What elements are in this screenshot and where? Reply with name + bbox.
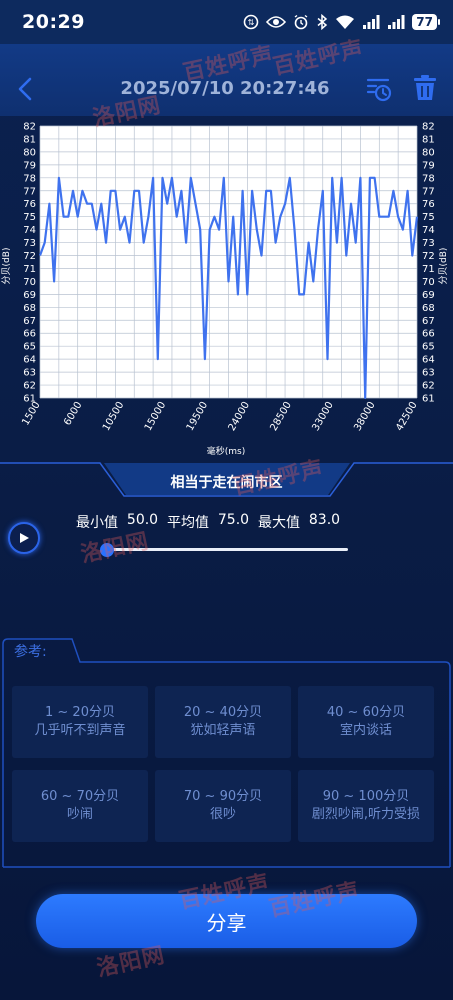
reference-title: 参考: bbox=[14, 644, 47, 660]
avg-value: 75.0 bbox=[217, 512, 250, 528]
y-tick-label: 65 bbox=[422, 342, 435, 353]
status-icons: ⇅ 77 bbox=[243, 14, 440, 30]
y-tick-label: 65 bbox=[23, 342, 36, 353]
y-tick-label: 80 bbox=[422, 147, 435, 158]
avg-label: 平均值 bbox=[166, 515, 209, 531]
decibel-chart-svg: 8281807978777675747372717069686766656463… bbox=[1, 122, 449, 458]
data-saver-icon: ⇅ bbox=[243, 14, 259, 30]
reference-desc: 室内谈话 bbox=[339, 723, 392, 738]
x-axis-label: 毫秒(ms) bbox=[207, 445, 245, 457]
reference-item: 20 ~ 40分贝 犹如轻声语 bbox=[155, 686, 291, 758]
signal-icon-1 bbox=[363, 15, 380, 29]
reference-range: 20 ~ 40分贝 bbox=[183, 705, 263, 720]
y-tick-label: 79 bbox=[422, 160, 435, 171]
y-tick-label: 69 bbox=[23, 290, 36, 301]
bluetooth-icon bbox=[317, 14, 328, 30]
reference-desc: 吵闹 bbox=[66, 807, 93, 822]
y-tick-label: 74 bbox=[23, 225, 36, 236]
y-tick-label: 63 bbox=[422, 368, 435, 379]
y-tick-label: 68 bbox=[23, 303, 36, 314]
y-tick-label: 76 bbox=[422, 199, 435, 210]
y-tick-label: 71 bbox=[422, 264, 435, 275]
play-icon bbox=[20, 533, 29, 543]
play-button[interactable] bbox=[8, 522, 40, 554]
battery-indicator: 77 bbox=[412, 14, 440, 30]
y-tick-label: 75 bbox=[422, 212, 435, 223]
reference-item: 60 ~ 70分贝 吵闹 bbox=[12, 770, 148, 842]
reference-desc: 很吵 bbox=[209, 807, 236, 822]
reference-desc: 剧烈吵闹,听力受损 bbox=[311, 807, 421, 822]
y-tick-label: 77 bbox=[23, 186, 36, 197]
back-button[interactable] bbox=[14, 76, 36, 102]
y-tick-label: 82 bbox=[422, 122, 435, 133]
reference-range: 40 ~ 60分贝 bbox=[326, 705, 406, 720]
reference-desc: 几乎听不到声音 bbox=[34, 723, 126, 738]
y-tick-label: 64 bbox=[422, 355, 435, 366]
y-tick-label: 73 bbox=[23, 238, 36, 249]
reference-range: 1 ~ 20分贝 bbox=[45, 705, 115, 720]
reference-range: 90 ~ 100分贝 bbox=[322, 789, 410, 804]
y-tick-label: 81 bbox=[422, 134, 435, 145]
y-tick-label: 76 bbox=[23, 199, 36, 210]
y-tick-label: 78 bbox=[422, 173, 435, 184]
signal-icon-2 bbox=[388, 15, 405, 29]
scene-label: 相当于走在闹市区 bbox=[170, 475, 283, 491]
y-tick-label: 66 bbox=[23, 329, 36, 340]
y-tick-label: 71 bbox=[23, 264, 36, 275]
eye-icon bbox=[266, 16, 287, 28]
alarm-icon bbox=[294, 14, 308, 30]
reference-item: 70 ~ 90分贝 很吵 bbox=[155, 770, 291, 842]
reference-range: 60 ~ 70分贝 bbox=[40, 789, 120, 804]
y-tick-label: 79 bbox=[23, 160, 36, 171]
max-value: 83.0 bbox=[308, 512, 341, 528]
y-tick-label: 70 bbox=[422, 277, 435, 288]
y-tick-label: 67 bbox=[422, 316, 435, 327]
y-tick-label: 69 bbox=[422, 290, 435, 301]
reference-item: 90 ~ 100分贝 剧烈吵闹,听力受损 bbox=[298, 770, 434, 842]
y-tick-label: 75 bbox=[23, 212, 36, 223]
y-tick-label: 78 bbox=[23, 173, 36, 184]
y-tick-label: 80 bbox=[23, 147, 36, 158]
y-tick-label: 66 bbox=[422, 329, 435, 340]
y-axis-label-right: 分贝(dB) bbox=[438, 248, 449, 285]
y-tick-label: 77 bbox=[422, 186, 435, 197]
y-tick-label: 68 bbox=[422, 303, 435, 314]
wifi-icon bbox=[336, 15, 355, 29]
reference-range: 70 ~ 90分贝 bbox=[183, 789, 263, 804]
y-tick-label: 62 bbox=[23, 381, 36, 392]
y-tick-label: 62 bbox=[422, 381, 435, 392]
y-tick-label: 72 bbox=[422, 251, 435, 262]
reference-desc: 犹如轻声语 bbox=[190, 723, 256, 738]
y-tick-label: 64 bbox=[23, 355, 36, 366]
status-bar: 20:29 ⇅ 77 bbox=[0, 0, 453, 44]
y-axis-label-left: 分贝(dB) bbox=[1, 248, 12, 285]
y-tick-label: 67 bbox=[23, 316, 36, 327]
y-tick-label: 63 bbox=[23, 368, 36, 379]
y-tick-label: 82 bbox=[23, 122, 36, 133]
history-icon[interactable] bbox=[366, 76, 392, 102]
y-tick-label: 61 bbox=[422, 394, 435, 405]
reference-item: 1 ~ 20分贝 几乎听不到声音 bbox=[12, 686, 148, 758]
y-tick-label: 81 bbox=[23, 134, 36, 145]
max-label: 最大值 bbox=[257, 515, 300, 531]
min-label: 最小值 bbox=[76, 515, 118, 531]
y-tick-label: 70 bbox=[23, 277, 36, 288]
y-tick-label: 73 bbox=[422, 238, 435, 249]
reference-item: 40 ~ 60分贝 室内谈话 bbox=[298, 686, 434, 758]
svg-text:⇅: ⇅ bbox=[248, 18, 255, 27]
trash-icon[interactable] bbox=[413, 75, 437, 101]
y-tick-label: 74 bbox=[422, 225, 435, 236]
decibel-chart: 82 81 80 79 78 77 76 75 74 73 72 71 70 69 68 67 66 65 64 63… bbox=[0, 116, 453, 462]
y-tick-label: 72 bbox=[23, 251, 36, 262]
status-time: 20:29 bbox=[22, 11, 85, 33]
